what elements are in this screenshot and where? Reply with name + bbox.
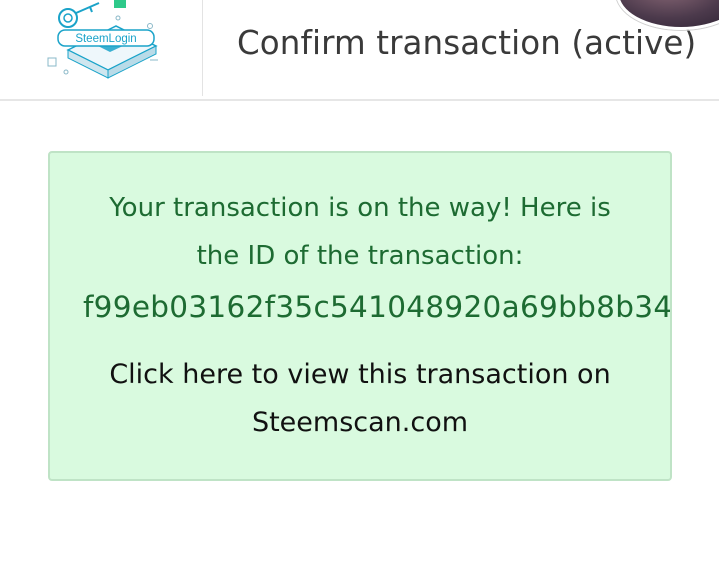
header-divider: [202, 0, 203, 96]
alert-message-line-1: Your transaction is on the way! Here is: [109, 193, 611, 223]
steemlogin-logo[interactable]: SteemLogin: [44, 0, 164, 88]
svg-text:SteemLogin: SteemLogin: [75, 33, 136, 45]
app-header: SteemLogin Confirm transaction (active): [0, 0, 719, 101]
success-alert: Your transaction is on the way! Here is …: [48, 151, 672, 481]
alert-message-line-2: the ID of the transaction:: [196, 241, 524, 271]
view-transaction-link-line-2[interactable]: Steemscan.com: [50, 407, 670, 438]
page-title: Confirm transaction (active): [237, 24, 697, 62]
logo-illustration-icon: SteemLogin: [47, 0, 158, 79]
page: SteemLogin Confirm transaction (active) …: [0, 0, 719, 565]
transaction-id: f99eb03162f35c541048920a69bb8b34b: [83, 290, 672, 324]
view-transaction-link-line-1[interactable]: Click here to view this transaction on: [50, 359, 670, 390]
